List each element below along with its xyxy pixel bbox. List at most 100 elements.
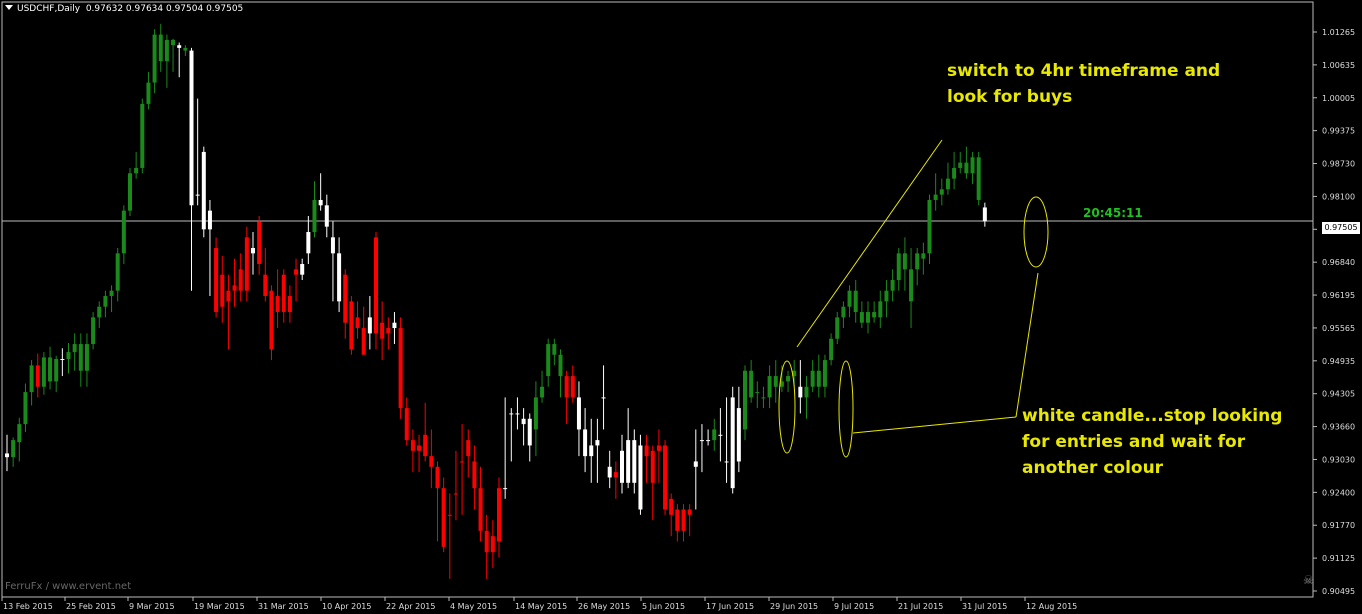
candle	[244, 226, 249, 302]
x-tick-label: 31 Jul 2015	[962, 602, 1007, 611]
candle	[478, 466, 483, 542]
candle-body	[281, 274, 286, 313]
candle-body	[872, 312, 877, 318]
candle	[915, 248, 920, 286]
candle-body	[724, 461, 729, 463]
candle	[349, 296, 354, 355]
x-tick-label: 21 Jul 2015	[898, 602, 943, 611]
candle-body	[915, 253, 920, 270]
candle	[404, 397, 409, 446]
candle	[656, 429, 661, 483]
candle	[115, 248, 120, 302]
candle	[595, 418, 600, 483]
candle	[343, 269, 348, 339]
candle-body	[386, 328, 391, 334]
highlight-ellipse	[778, 360, 796, 454]
candle-body	[859, 312, 864, 323]
y-tick-label: 1.01265	[1322, 28, 1355, 37]
candle-body	[23, 392, 28, 425]
candle-body	[890, 280, 895, 291]
candle	[54, 355, 59, 393]
candle	[718, 408, 723, 462]
candle	[626, 408, 631, 489]
candle	[859, 301, 864, 329]
current-price-label: 0.97505	[1322, 222, 1360, 234]
candle	[509, 408, 514, 462]
candle-body	[201, 151, 206, 230]
candle	[66, 342, 71, 374]
candle	[804, 376, 809, 419]
candle-body	[429, 456, 434, 467]
candle	[884, 280, 889, 318]
candle	[220, 256, 225, 323]
x-tick-label: 22 Apr 2015	[386, 602, 435, 611]
dropdown-triangle-icon[interactable]	[5, 5, 13, 10]
candle	[355, 301, 360, 339]
candle-body	[447, 514, 452, 516]
candle-body	[343, 274, 348, 323]
candle-body	[294, 269, 299, 275]
candle-body	[66, 352, 71, 359]
candle	[964, 146, 969, 179]
candle-body	[251, 248, 255, 254]
candle	[982, 202, 987, 227]
candle-body	[183, 47, 188, 51]
candle-body	[134, 167, 139, 174]
candle-body	[60, 359, 65, 360]
candle-body	[207, 210, 212, 230]
candle	[669, 493, 674, 537]
candle-body	[866, 312, 870, 323]
candle	[503, 397, 508, 499]
candle-body	[146, 82, 151, 104]
candle-body	[84, 344, 89, 371]
candle-body	[576, 397, 581, 430]
candle-body	[361, 328, 366, 355]
candle-body	[620, 450, 624, 483]
candle-body	[355, 317, 360, 329]
candle	[847, 285, 852, 318]
x-tick-label: 13 Feb 2015	[3, 602, 53, 611]
candle	[564, 370, 569, 425]
candle-body	[767, 376, 772, 398]
candle-body	[152, 34, 157, 83]
candle	[324, 194, 329, 238]
candle	[263, 248, 268, 302]
candle	[921, 242, 926, 275]
candle-body	[638, 445, 643, 510]
candle	[60, 348, 65, 377]
candle-body	[804, 386, 809, 398]
candle-body	[964, 162, 969, 174]
y-tick-label: 0.93030	[1322, 455, 1355, 464]
y-tick-label: 0.96840	[1322, 258, 1355, 267]
candle	[650, 445, 655, 521]
candle-body	[11, 440, 16, 458]
candle-body	[613, 472, 618, 478]
candle	[429, 429, 434, 489]
candle	[410, 429, 415, 473]
candle	[546, 338, 551, 387]
candle	[158, 23, 163, 72]
candle	[816, 354, 821, 398]
candle-body	[140, 103, 145, 168]
candle-body	[533, 397, 538, 430]
candle	[152, 29, 157, 94]
candle-body	[743, 370, 747, 430]
candle-body	[300, 264, 305, 275]
candle-body	[976, 157, 981, 200]
candle	[558, 349, 563, 398]
candle-body	[29, 365, 34, 393]
candle-body	[853, 290, 858, 313]
y-tick-label: 0.92400	[1322, 488, 1355, 497]
candle	[312, 181, 317, 238]
candle	[5, 434, 9, 472]
candle	[361, 306, 366, 355]
candle-body	[521, 418, 526, 425]
chart-header: USDCHF,Daily 0.97632 0.97634 0.97504 0.9…	[5, 4, 243, 14]
candle	[841, 301, 846, 329]
candle	[226, 274, 231, 350]
annotation-top-line1: switch to 4hr timeframe and	[947, 61, 1221, 81]
candle-body	[921, 253, 926, 259]
candle-body	[484, 530, 489, 553]
candle-body	[822, 360, 827, 387]
watermark: FerruFx / www.ervent.net	[5, 581, 132, 592]
